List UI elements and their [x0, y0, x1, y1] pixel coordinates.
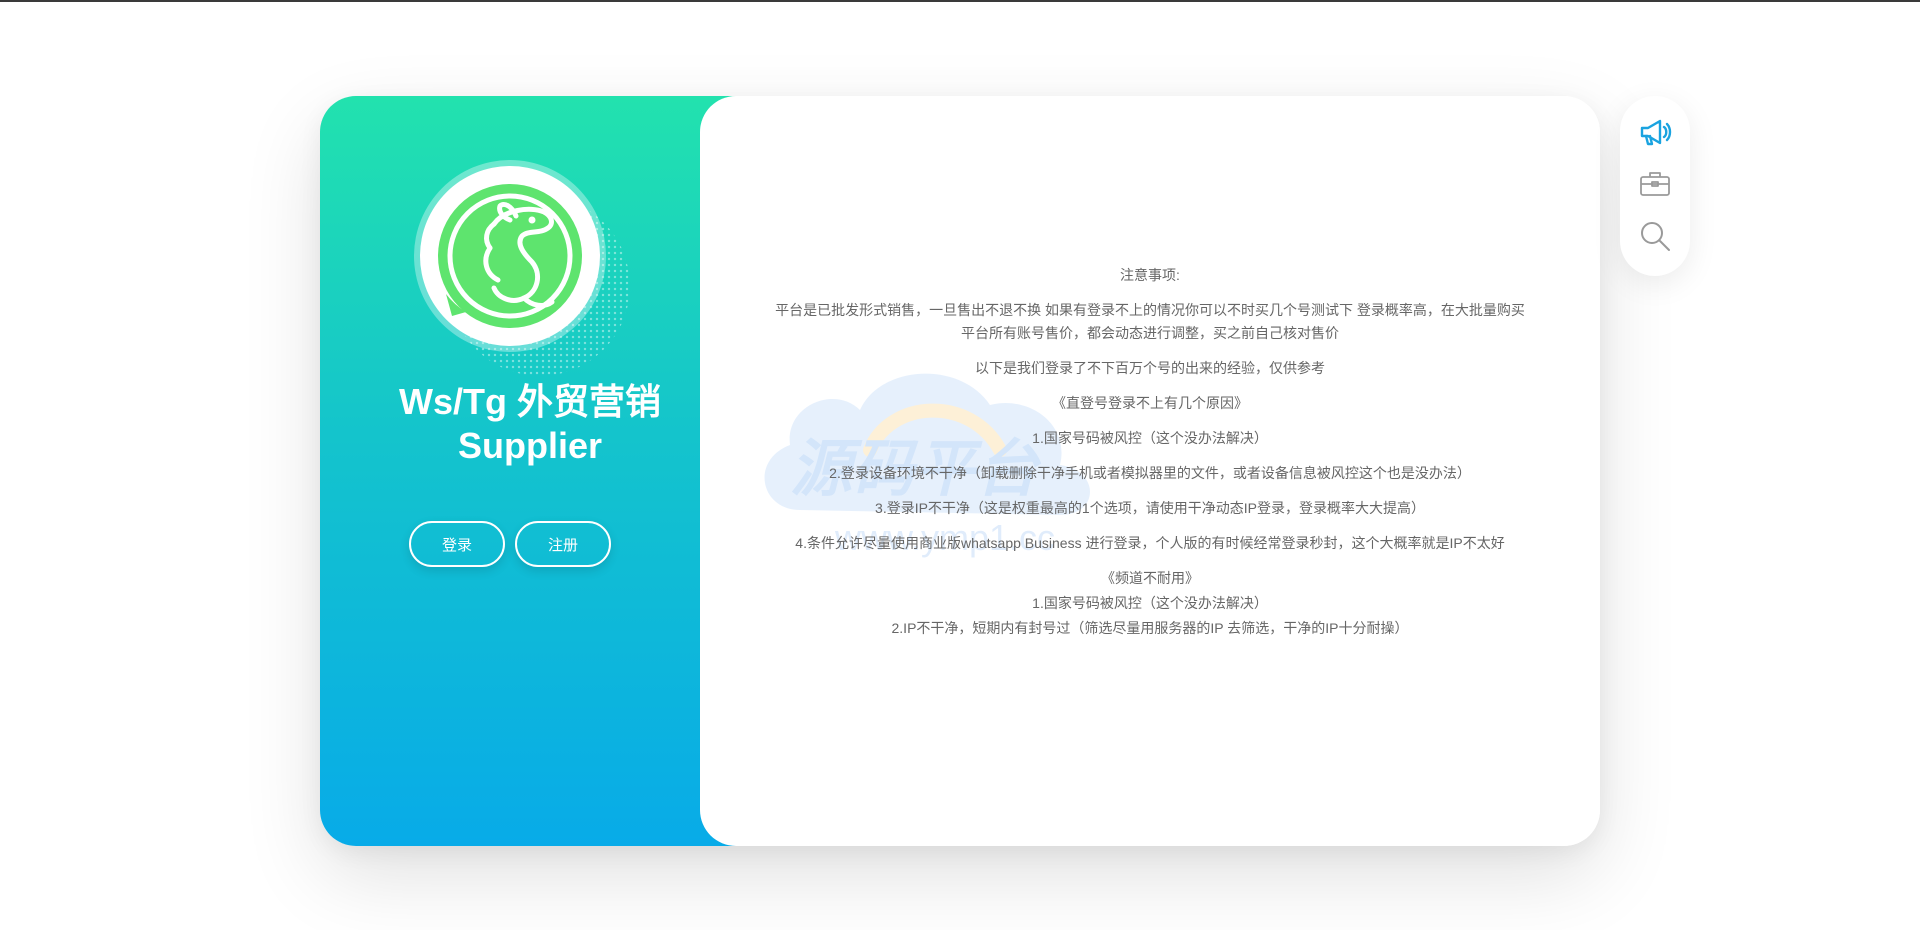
section1-item: 1.国家号码被风控（这个没办法解决） — [1032, 430, 1268, 446]
briefcase-icon[interactable] — [1637, 166, 1673, 202]
notice-heading: 注意事项: — [1120, 267, 1180, 283]
brand-title: Ws/Tg 外贸营销 Supplier — [320, 380, 740, 468]
notice-intro: 平台是已批发形式销售，一旦售出不退不换 如果有登录不上的情况你可以不时买几个号测… — [775, 302, 1525, 341]
notice-content: 注意事项: 平台是已批发形式销售，一旦售出不退不换 如果有登录不上的情况你可以不… — [770, 264, 1530, 642]
notice-experience: 以下是我们登录了不下百万个号的出来的经验，仅供参考 — [975, 360, 1325, 376]
search-icon[interactable] — [1637, 218, 1673, 254]
section2-item: 1.国家号码被风控（这个没办法解决） — [1032, 595, 1268, 611]
section1-item: 2.登录设备环境不干净（卸载删除干净手机或者模拟器里的文件，或者设备信息被风控这… — [829, 465, 1471, 481]
section2-item: 2.IP不干净，短期内有封号过（筛选尽量用服务器的IP 去筛选，干净的IP十分耐… — [891, 620, 1409, 636]
brand-title-line1: Ws/Tg 外贸营销 — [399, 381, 661, 422]
brand-title-line2: Supplier — [457, 425, 603, 466]
top-border — [0, 0, 1920, 2]
section2-title: 《频道不耐用》 — [1101, 570, 1199, 586]
section1-item: 4.条件允许尽量使用商业版whatsapp Business 进行登录，个人版的… — [795, 535, 1505, 551]
logo-badge — [420, 166, 600, 346]
section1-title: 《直登号登录不上有几个原因》 — [1052, 395, 1248, 411]
auth-buttons: 登录 注册 — [409, 521, 629, 567]
brand-logo — [420, 166, 630, 376]
section1-item: 3.登录IP不干净（这是权重最高的1个选项，请使用干净动态IP登录，登录概率大大… — [875, 500, 1425, 516]
login-button[interactable]: 登录 — [409, 521, 505, 567]
side-toolbar — [1620, 96, 1690, 276]
megaphone-icon[interactable] — [1637, 114, 1673, 150]
rat-logo-icon — [438, 184, 582, 328]
register-button[interactable]: 注册 — [515, 521, 611, 567]
